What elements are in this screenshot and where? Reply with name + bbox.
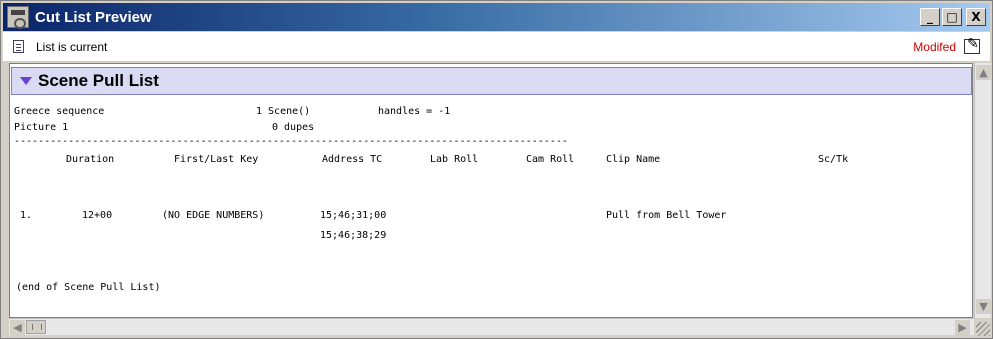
row-address-tc-end: 15;46;38;29 bbox=[320, 230, 387, 241]
dupes-count: 0 dupes bbox=[272, 122, 315, 133]
resize-grip-icon[interactable] bbox=[976, 322, 990, 336]
scroll-down-icon[interactable]: ▼ bbox=[976, 299, 991, 314]
column-header-first-last-key: First/Last Key bbox=[174, 154, 259, 165]
modified-label: Modifed bbox=[913, 40, 956, 54]
disclosure-triangle-icon[interactable] bbox=[20, 77, 32, 85]
row-first-last-key: (NO EDGE NUMBERS) bbox=[162, 210, 265, 221]
window-controls: _ □ X bbox=[920, 8, 986, 26]
section-header[interactable]: Scene Pull List bbox=[11, 67, 972, 95]
title-bar[interactable]: Cut List Preview _ □ X bbox=[3, 3, 990, 31]
horizontal-scrollbar[interactable]: ◀ ▶ bbox=[9, 318, 974, 335]
vertical-scrollbar[interactable]: ▲ ▼ bbox=[974, 63, 991, 318]
window-title: Cut List Preview bbox=[35, 8, 152, 26]
section-title: Scene Pull List bbox=[38, 71, 159, 90]
handles-value: handles = -1 bbox=[378, 106, 451, 117]
row-index: 1. bbox=[20, 210, 33, 221]
end-of-list-text: (end of Scene Pull List) bbox=[16, 282, 161, 293]
scroll-right-icon[interactable]: ▶ bbox=[955, 320, 970, 335]
app-icon[interactable] bbox=[7, 6, 29, 29]
scene-count: 1 Scene() bbox=[256, 106, 311, 117]
column-header-clip-name: Clip Name bbox=[606, 154, 661, 165]
divider-line: ----------------------------------------… bbox=[14, 136, 568, 147]
close-button[interactable]: X bbox=[966, 8, 986, 26]
sequence-name: Greece sequence bbox=[14, 106, 105, 117]
edit-icon[interactable] bbox=[964, 36, 980, 54]
cut-list-content: Scene Pull List Greece sequence 1 Scene(… bbox=[9, 63, 973, 318]
status-bar: List is current Modifed bbox=[3, 32, 990, 62]
row-duration: 12+00 bbox=[82, 210, 113, 221]
list-status-text: List is current bbox=[36, 39, 108, 54]
maximize-button[interactable]: □ bbox=[942, 8, 962, 26]
column-header-sc-tk: Sc/Tk bbox=[818, 154, 849, 165]
row-address-tc-start: 15;46;31;00 bbox=[320, 210, 387, 221]
scroll-left-icon[interactable]: ◀ bbox=[10, 320, 25, 335]
document-icon bbox=[13, 40, 24, 53]
picture-label: Picture 1 bbox=[14, 122, 69, 133]
cut-list-preview-window: Cut List Preview _ □ X List is current M… bbox=[0, 0, 993, 339]
scroll-up-icon[interactable]: ▲ bbox=[976, 65, 991, 80]
column-header-lab-roll: Lab Roll bbox=[430, 154, 479, 165]
row-clip-name: Pull from Bell Tower bbox=[606, 210, 727, 221]
minimize-button[interactable]: _ bbox=[920, 8, 940, 26]
column-header-address-tc: Address TC bbox=[322, 154, 383, 165]
column-header-duration: Duration bbox=[66, 154, 115, 165]
column-header-cam-roll: Cam Roll bbox=[526, 154, 575, 165]
horizontal-scroll-thumb[interactable] bbox=[26, 320, 46, 334]
